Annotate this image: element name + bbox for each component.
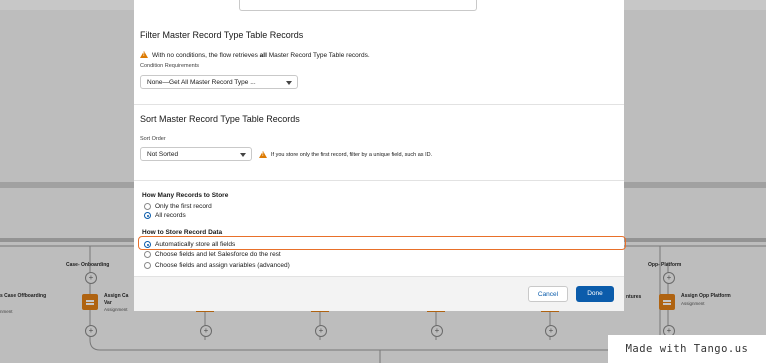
radio-only-first-record[interactable]: Only the first record xyxy=(144,202,212,211)
sort-order-label: Sort Order xyxy=(140,136,166,142)
radio-button[interactable] xyxy=(144,203,151,210)
radio-button[interactable] xyxy=(144,251,151,258)
radio-label: All records xyxy=(155,212,186,219)
radio-label: Choose fields and assign variables (adva… xyxy=(155,262,290,269)
chevron-down-icon xyxy=(240,153,246,157)
radio-all-records[interactable]: All records xyxy=(144,211,186,220)
radio-choose-fields-salesforce[interactable]: Choose fields and let Salesforce do the … xyxy=(144,250,281,259)
how-many-title: How Many Records to Store xyxy=(142,192,229,199)
radio-choose-fields-assign-variables[interactable]: Choose fields and assign variables (adva… xyxy=(144,261,290,270)
get-records-modal: Filter Master Record Type Table Records … xyxy=(134,0,624,311)
section-divider xyxy=(134,180,624,181)
tango-watermark: Made with Tango.us xyxy=(608,335,766,363)
sort-order-value: Not Sorted xyxy=(147,151,179,158)
how-to-store-title: How to Store Record Data xyxy=(142,229,223,236)
object-field[interactable] xyxy=(239,0,477,11)
section-divider xyxy=(134,104,624,105)
sort-section-title: Sort Master Record Type Table Records xyxy=(140,114,300,124)
condition-requirements-value: None—Get All Master Record Type ... xyxy=(147,79,256,86)
warning-icon xyxy=(259,151,267,158)
sort-order-select[interactable]: Not Sorted xyxy=(140,147,252,161)
modal-footer: Cancel Done xyxy=(134,276,624,311)
radio-label: Only the first record xyxy=(155,203,212,210)
filter-section-title: Filter Master Record Type Table Records xyxy=(140,30,304,40)
cancel-button[interactable]: Cancel xyxy=(528,286,568,302)
radio-button[interactable] xyxy=(144,262,151,269)
filter-notice: With no conditions, the flow retrieves a… xyxy=(152,52,370,59)
chevron-down-icon xyxy=(286,81,292,85)
sort-hint: If you store only the first record, filt… xyxy=(271,152,433,158)
focus-highlight xyxy=(138,236,626,250)
radio-label: Choose fields and let Salesforce do the … xyxy=(155,251,281,258)
done-button[interactable]: Done xyxy=(576,286,614,302)
warning-icon xyxy=(140,51,148,58)
condition-requirements-label: Condition Requirements xyxy=(140,63,200,69)
condition-requirements-select[interactable]: None—Get All Master Record Type ... xyxy=(140,75,298,89)
radio-button-selected[interactable] xyxy=(144,212,151,219)
